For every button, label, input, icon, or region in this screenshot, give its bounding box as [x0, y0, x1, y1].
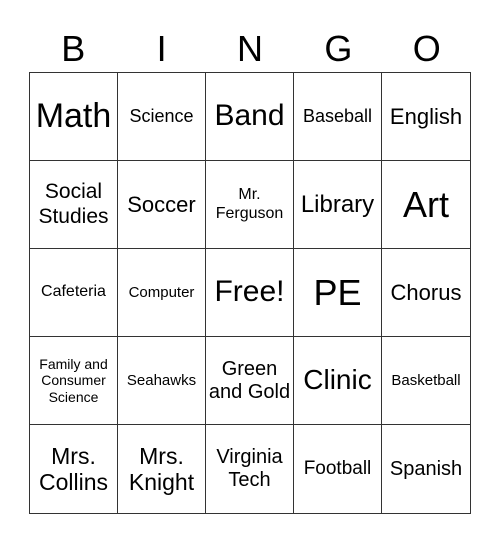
bingo-cell: Clinic — [294, 337, 382, 425]
bingo-cell: Mrs. Knight — [118, 425, 206, 513]
bingo-cell: Soccer — [118, 161, 206, 249]
bingo-cell: Band — [206, 73, 294, 161]
bingo-header: B I N G O — [29, 26, 471, 72]
bingo-cell: Library — [294, 161, 382, 249]
bingo-cell: Basketball — [382, 337, 470, 425]
bingo-cell: Social Studies — [30, 161, 118, 249]
bingo-cell: Green and Gold — [206, 337, 294, 425]
free-space: Free! — [206, 249, 294, 337]
bingo-cell: Spanish — [389, 457, 463, 480]
bingo-cell: Baseball — [294, 73, 382, 161]
bingo-cell: Virginia Tech — [206, 425, 294, 513]
bingo-cell: PE — [294, 249, 382, 337]
bingo-cell: Seahawks — [118, 337, 206, 425]
header-letter-b: B — [61, 28, 86, 69]
bingo-cell: Art — [382, 161, 470, 249]
bingo-cell: Cafeteria — [30, 249, 118, 337]
header-letter-g: G — [324, 28, 353, 69]
header-letter-n: N — [236, 28, 263, 69]
bingo-cell: Math — [30, 73, 118, 161]
bingo-cell: Mr. Ferguson — [206, 161, 294, 249]
bingo-cell: Family and Consumer Science — [30, 337, 118, 425]
bingo-cell: Mrs. Collins — [30, 425, 118, 513]
bingo-cell: Computer — [118, 249, 206, 337]
bingo-cell: Football — [294, 425, 382, 513]
bingo-cell: Science — [118, 73, 206, 161]
header-letter-o: O — [412, 28, 441, 69]
bingo-cell: Chorus — [382, 249, 470, 337]
header-letter-i: I — [156, 28, 167, 69]
bingo-grid: Math Science Band Baseball English Socia… — [29, 72, 471, 514]
bingo-cell: English — [382, 73, 470, 161]
